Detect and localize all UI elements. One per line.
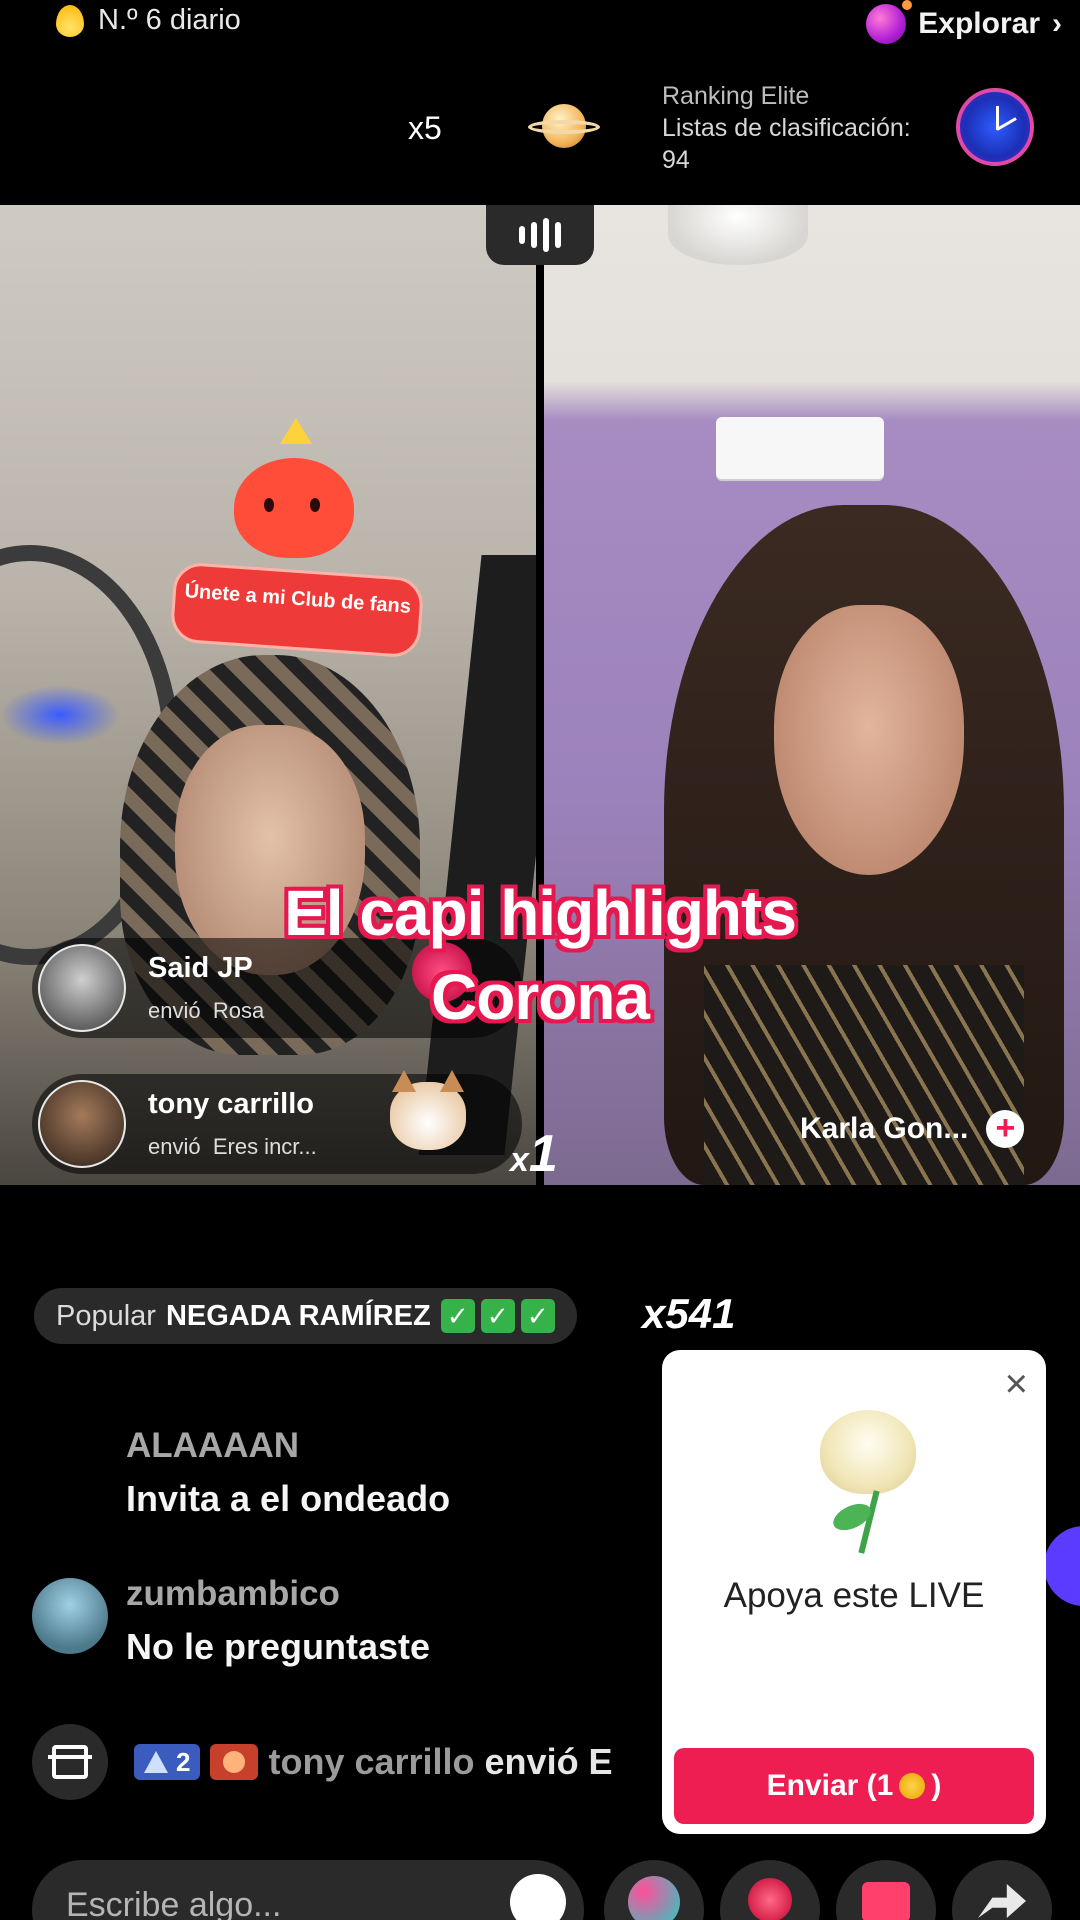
gift-history-button[interactable]: [32, 1724, 108, 1800]
check-icon: ✓: [440, 1299, 475, 1333]
popular-label: Popular: [56, 1299, 156, 1332]
follow-plus-button[interactable]: +: [986, 1110, 1025, 1148]
host-name: Karla Gon...: [800, 1112, 969, 1145]
check-badges: ✓ ✓ ✓: [440, 1299, 555, 1333]
support-live-popup: × Apoya este LIVE Enviar (1 ): [662, 1350, 1046, 1834]
right-video-panel[interactable]: [544, 205, 1080, 1185]
gift-icon: [48, 1745, 92, 1779]
air-conditioner: [716, 417, 884, 479]
check-icon: ✓: [520, 1299, 555, 1333]
avatar: [38, 1080, 126, 1168]
gift-combo-counter: x1: [510, 1124, 558, 1184]
level-arrow-icon: [144, 1751, 168, 1773]
popular-name: NEGADA RAMÍREZ: [165, 1299, 431, 1332]
video-divider: [536, 205, 544, 1185]
ceiling-lamp: [668, 205, 808, 265]
left-video-panel[interactable]: [0, 205, 536, 1185]
gift-button[interactable]: [836, 1860, 936, 1920]
avatar[interactable]: [32, 1578, 108, 1654]
ranking-elite[interactable]: Ranking Elite Listas de clasificación: 9…: [662, 80, 911, 176]
system-user[interactable]: tony carrillo: [268, 1741, 474, 1783]
handle-bar: [531, 222, 537, 248]
system-action: envió E: [484, 1741, 613, 1782]
flame-icon: [56, 4, 84, 37]
rose-bloom: [820, 1410, 916, 1494]
handle-bar: [543, 218, 549, 252]
gift-system-message: 2 tony carrillo envió E: [32, 1724, 613, 1800]
rose-gift-button[interactable]: [720, 1860, 820, 1920]
gift-notification[interactable]: tony carrillo envió Eres incr...: [32, 1070, 522, 1174]
white-rose-icon: [812, 1410, 922, 1560]
popular-pill[interactable]: Popular NEGADA RAMÍREZ ✓ ✓ ✓: [34, 1288, 577, 1344]
split-handle-icon[interactable]: [486, 205, 594, 265]
chat-message: Invita a el ondeado: [126, 1478, 451, 1519]
coin-icon: [899, 1773, 926, 1799]
explore-label: Explorar: [918, 7, 1040, 40]
popular-combo: x541: [642, 1290, 736, 1337]
share-icon: [978, 1884, 1026, 1918]
level-badge: 2: [134, 1744, 201, 1780]
highlight-caption-line1: El capi highlights: [284, 877, 797, 949]
acoustic-foam: [418, 555, 536, 1155]
chat-username[interactable]: zumbambico: [126, 1574, 340, 1614]
chat-username[interactable]: ALAAAAN: [126, 1426, 299, 1466]
right-host-tag[interactable]: Karla Gon... +: [800, 1110, 1025, 1148]
right-streamer: [664, 505, 1064, 1185]
planet-icon: [866, 0, 913, 44]
cat-icon: [376, 1070, 486, 1172]
handle-bar: [555, 222, 561, 248]
ranking-title: Ranking Elite: [662, 82, 810, 110]
multi-guest-button[interactable]: [604, 1860, 704, 1920]
handle-bar: [519, 226, 525, 244]
chat-message: No le preguntaste: [126, 1626, 431, 1667]
level-value: 2: [176, 1746, 191, 1777]
fan-club-sticker[interactable]: Únete a mi Club de fans: [169, 418, 425, 659]
rose-icon: [748, 1878, 792, 1920]
daily-rank-label: N.º 6 diario: [98, 4, 241, 36]
blue-light: [0, 685, 120, 745]
side-arrow-button[interactable]: [1044, 1526, 1080, 1606]
gift-name: Eres incr...: [212, 1134, 317, 1159]
fan-club-label: Únete a mi Club de fans: [169, 561, 425, 659]
crown-icon: [280, 418, 312, 444]
explore-button[interactable]: Explorar ›: [866, 0, 1062, 44]
gift-box-icon: [862, 1882, 910, 1920]
chevron-right-icon: ›: [1052, 7, 1062, 40]
popup-title: Apoya este LIVE: [723, 1576, 985, 1615]
send-label: Enviar (1: [766, 1769, 894, 1802]
daily-rank[interactable]: N.º 6 diario: [56, 4, 241, 37]
comment-input[interactable]: Escribe algo...: [32, 1860, 584, 1920]
check-icon: ✓: [480, 1299, 515, 1333]
heart-mascot-icon: [234, 458, 354, 558]
combo-prefix: x: [510, 1141, 529, 1179]
send-label-end: ): [931, 1769, 942, 1802]
fan-badge-icon: [210, 1744, 259, 1780]
people-icon: [628, 1876, 680, 1920]
highlight-caption-line2: Corona: [431, 961, 650, 1033]
clock-icon[interactable]: [956, 88, 1034, 166]
planet-ring: [528, 120, 600, 134]
cat-head: [390, 1070, 466, 1150]
gift-sender: tony carrillo: [148, 1088, 314, 1120]
top-bar: N.º 6 diario Explorar › x5 Ranking Elite…: [0, 0, 1080, 205]
comment-placeholder: Escribe algo...: [66, 1886, 282, 1920]
send-button[interactable]: Enviar (1 ): [674, 1748, 1034, 1824]
emoji-icon[interactable]: [510, 1874, 566, 1920]
planet-gift-icon[interactable]: [528, 102, 600, 150]
share-button[interactable]: [952, 1860, 1052, 1920]
ranking-value: 94: [662, 146, 690, 174]
close-icon[interactable]: ×: [1005, 1364, 1028, 1404]
gift-multiplier: x5: [408, 110, 442, 146]
ranking-label: Listas de clasificación:: [662, 114, 911, 142]
gift-verb: envió: [148, 1134, 201, 1159]
combo-value: 1: [528, 1125, 558, 1183]
gift-description: envió Eres incr...: [148, 1134, 317, 1160]
face: [774, 605, 964, 875]
